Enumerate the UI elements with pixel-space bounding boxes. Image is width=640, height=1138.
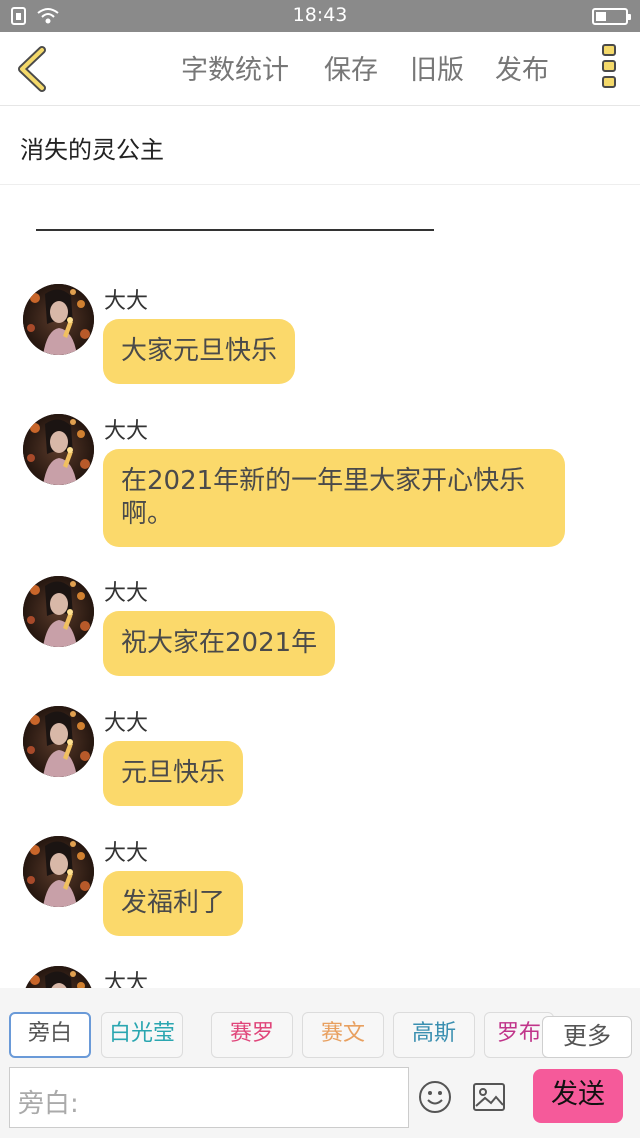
image-button[interactable]	[472, 1081, 506, 1113]
role-chip[interactable]: 旁白	[9, 1012, 91, 1058]
sender-name: 大大	[104, 419, 149, 444]
role-label: 旁白	[27, 1021, 72, 1046]
menu-dot-icon	[602, 44, 616, 56]
section-divider	[36, 229, 434, 231]
old-version-button[interactable]: 旧版	[410, 48, 464, 87]
smiley-icon	[419, 1081, 451, 1113]
story-title: 消失的灵公主	[20, 136, 164, 164]
avatar[interactable]	[23, 414, 94, 485]
role-chip[interactable]: 高斯	[393, 1012, 475, 1058]
message-list[interactable]: 大大 大家元旦快乐 大大 在2021年新的一年里大家开心快乐啊。 大大 祝大家在…	[0, 240, 640, 988]
send-button[interactable]: 发送	[533, 1069, 623, 1123]
emoji-button[interactable]	[418, 1080, 452, 1114]
message-bubble[interactable]: 祝大家在2021年	[103, 611, 336, 676]
avatar[interactable]	[23, 966, 94, 988]
word-count-button[interactable]: 字数统计	[181, 48, 289, 87]
back-button[interactable]	[14, 46, 54, 92]
role-label: 白光莹	[108, 1021, 175, 1046]
role-chip[interactable]: 白光莹	[101, 1012, 183, 1058]
message-input[interactable]: 旁白:	[9, 1067, 409, 1128]
sender-name: 大大	[104, 289, 149, 314]
message-bubble[interactable]: 发福利了	[103, 871, 244, 936]
status-bar: 18:43	[0, 0, 640, 32]
role-label: 罗布	[496, 1021, 541, 1046]
role-label: 赛罗	[229, 1021, 274, 1046]
avatar[interactable]	[23, 284, 94, 355]
story-title-row[interactable]: 消失的灵公主	[0, 106, 640, 185]
status-time: 18:43	[292, 4, 348, 26]
battery-icon	[592, 8, 631, 25]
more-roles-button[interactable]: 更多	[542, 1016, 632, 1058]
message-bubble[interactable]: 大家元旦快乐	[103, 319, 296, 384]
role-chip[interactable]: 赛文	[302, 1012, 384, 1058]
sender-name: 大大	[104, 581, 149, 606]
message-bubble[interactable]: 在2021年新的一年里大家开心快乐啊。	[103, 449, 565, 547]
sender-name: 大大	[104, 841, 149, 866]
more-menu-button[interactable]	[600, 44, 618, 94]
composer-panel: 旁白 白光莹 赛罗 赛文 高斯 罗布 更多 旁白: 发送	[0, 988, 640, 1138]
role-label: 高斯	[411, 1021, 456, 1046]
menu-dot-icon	[602, 76, 616, 88]
role-label: 赛文	[320, 1021, 365, 1046]
chevron-left-icon	[18, 46, 46, 92]
message-bubble[interactable]: 元旦快乐	[103, 741, 244, 806]
sender-name: 大大	[104, 971, 149, 988]
sender-name: 大大	[104, 711, 149, 736]
image-icon	[473, 1083, 505, 1111]
avatar[interactable]	[23, 576, 94, 647]
menu-dot-icon	[602, 60, 616, 72]
avatar[interactable]	[23, 706, 94, 777]
role-chip[interactable]: 赛罗	[211, 1012, 293, 1058]
avatar[interactable]	[23, 836, 94, 907]
editor-toolbar: 字数统计 保存 旧版 发布	[0, 32, 640, 106]
save-button[interactable]: 保存	[324, 48, 378, 87]
publish-button[interactable]: 发布	[495, 48, 549, 87]
